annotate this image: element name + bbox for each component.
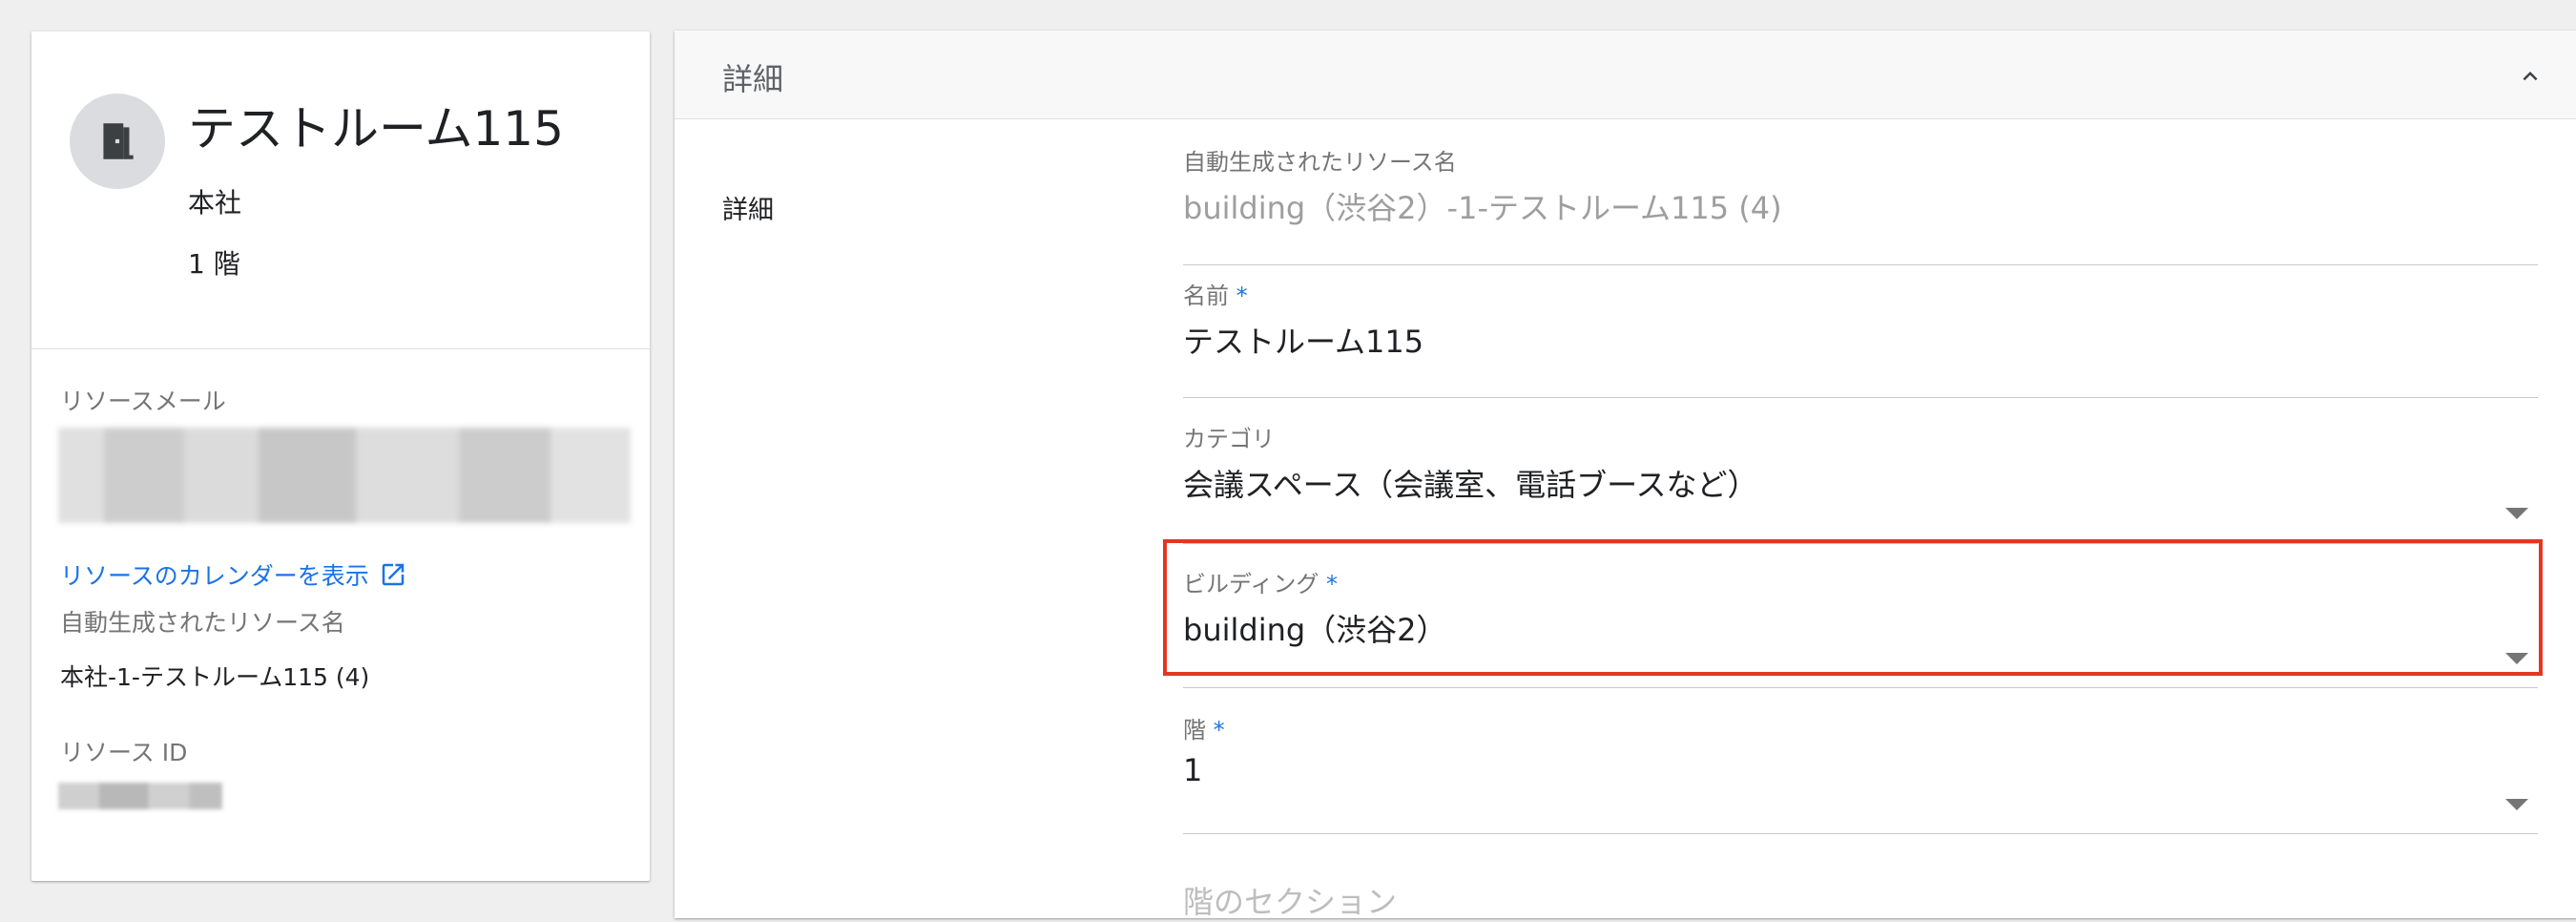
details-section-label: 詳細 bbox=[722, 196, 774, 225]
required-mark: * bbox=[1236, 283, 1248, 309]
name-input[interactable]: テストルーム115 bbox=[1183, 318, 2538, 362]
building-selected-value: building（渋谷2） bbox=[1183, 612, 1447, 648]
redacted-email bbox=[58, 428, 631, 523]
floor-underline bbox=[1183, 833, 2538, 834]
room-title: テストルーム115 bbox=[188, 101, 564, 157]
floor-section-label: 階のセクション bbox=[1183, 884, 1398, 920]
resource-id-label: リソース ID bbox=[60, 739, 188, 766]
name-underline bbox=[1183, 397, 2538, 398]
category-dropdown-arrow-icon[interactable] bbox=[2505, 508, 2528, 519]
redacted-resource-id bbox=[58, 783, 222, 809]
room-avatar bbox=[70, 94, 165, 189]
auto-name-label: 自動生成されたリソース名 bbox=[60, 609, 345, 637]
category-underline bbox=[1183, 543, 2538, 544]
open-in-new-icon bbox=[382, 563, 405, 586]
resource-summary-card: テストルーム115 本社 1 階 リソースメール リソースのカレンダーを表示 自… bbox=[31, 31, 650, 881]
details-panel-title: 詳細 bbox=[722, 61, 784, 97]
name-field-label: 名前 * bbox=[1183, 283, 1248, 309]
view-calendar-link[interactable]: リソースのカレンダーを表示 bbox=[60, 557, 407, 592]
auto-name-field-label: 自動生成されたリソース名 bbox=[1183, 149, 1457, 176]
chevron-up-icon bbox=[2523, 72, 2538, 81]
category-field-label: カテゴリ bbox=[1183, 426, 1275, 452]
building-field-label: ビルディング * bbox=[1183, 571, 1338, 597]
floor-select[interactable]: 階 * 1 bbox=[1183, 711, 2538, 834]
resource-email-label: リソースメール bbox=[60, 388, 226, 415]
door-icon bbox=[103, 123, 134, 159]
view-calendar-link-label: リソースのカレンダーを表示 bbox=[60, 562, 369, 590]
details-panel-header[interactable]: 詳細 bbox=[675, 31, 2576, 119]
floor-field-label: 階 * bbox=[1183, 717, 1225, 744]
details-panel: 詳細 詳細 自動生成されたリソース名 building（渋谷2）-1-テストルー… bbox=[675, 31, 2576, 920]
collapse-button[interactable] bbox=[2511, 57, 2549, 95]
floor-section-field[interactable]: 階のセクション bbox=[1183, 878, 2538, 920]
auto-name-field: 自動生成されたリソース名 building（渋谷2）-1-テストルーム115 (… bbox=[1183, 143, 2538, 265]
summary-divider bbox=[31, 348, 650, 349]
auto-name-field-value: building（渋谷2）-1-テストルーム115 (4) bbox=[1183, 190, 1782, 226]
name-field[interactable]: 名前 * テストルーム115 bbox=[1183, 277, 2538, 398]
category-selected-value: 会議スペース（会議室、電話ブースなど） bbox=[1183, 467, 1758, 503]
required-mark: * bbox=[1325, 571, 1338, 597]
floor-dropdown-arrow-icon[interactable] bbox=[2505, 799, 2528, 810]
required-mark: * bbox=[1213, 717, 1225, 744]
building-select[interactable]: ビルディング * building（渋谷2） bbox=[1183, 565, 2538, 688]
building-underline bbox=[1183, 687, 2538, 688]
floor-selected-value: 1 bbox=[1183, 752, 1203, 788]
auto-name-underline bbox=[1183, 264, 2538, 265]
auto-name-value: 本社-1-テストルーム115 (4) bbox=[60, 663, 370, 691]
room-floor: 1 階 bbox=[188, 248, 240, 280]
room-building: 本社 bbox=[188, 187, 242, 219]
building-dropdown-arrow-icon[interactable] bbox=[2505, 653, 2528, 664]
category-select[interactable]: カテゴリ 会議スペース（会議室、電話ブースなど） bbox=[1183, 420, 2538, 544]
